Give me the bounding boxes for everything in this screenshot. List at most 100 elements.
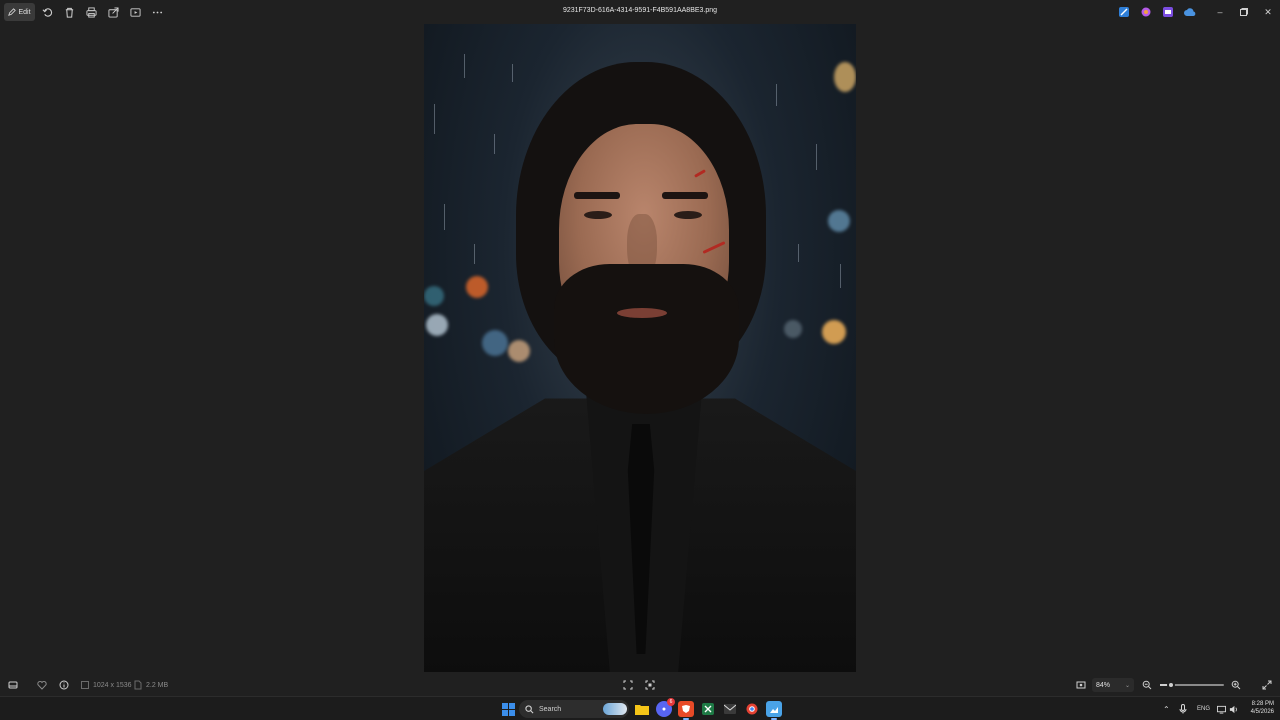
close-button[interactable]: ✕ bbox=[1261, 5, 1275, 19]
rain-streak bbox=[494, 134, 495, 154]
network-display-icon bbox=[1217, 705, 1226, 714]
show-hidden-icons-button[interactable]: ⌃ bbox=[1163, 697, 1170, 720]
taskbar-discord[interactable]: ● 6 bbox=[656, 698, 675, 717]
image-dimensions: 1024 x 1536 bbox=[80, 676, 132, 694]
bokeh-light bbox=[828, 210, 850, 232]
left-eye bbox=[584, 211, 612, 219]
photos-icon bbox=[770, 707, 778, 713]
microphone-icon bbox=[1179, 704, 1187, 714]
microphone-indicator[interactable] bbox=[1179, 697, 1187, 720]
bokeh-light bbox=[508, 340, 530, 362]
rain-streak bbox=[464, 54, 465, 78]
zoom-slider-thumb[interactable] bbox=[1166, 681, 1175, 689]
fit-window-icon bbox=[623, 680, 633, 690]
network-indicator[interactable] bbox=[1217, 697, 1226, 720]
bottom-status-bar: 1024 x 1536 2.2 MB 84% ⌄ bbox=[0, 676, 1280, 694]
actual-size-button[interactable] bbox=[645, 676, 655, 694]
minimize-icon: – bbox=[1217, 7, 1223, 17]
image-size-icon bbox=[81, 681, 89, 689]
zoom-out-button[interactable] bbox=[1142, 676, 1152, 694]
bokeh-light bbox=[834, 62, 856, 92]
zoom-in-icon bbox=[1231, 680, 1241, 690]
lion-shield-icon bbox=[682, 705, 690, 713]
chevron-down-icon: ⌄ bbox=[1124, 682, 1130, 689]
right-eyebrow bbox=[662, 192, 708, 199]
rain-streak bbox=[816, 144, 817, 170]
beard bbox=[554, 264, 739, 414]
rain-streak bbox=[444, 204, 445, 230]
fit-to-window-button[interactable] bbox=[623, 676, 633, 694]
close-icon: ✕ bbox=[1264, 6, 1272, 17]
taskbar-brave-browser[interactable] bbox=[678, 701, 694, 717]
taskbar-photos[interactable] bbox=[766, 701, 782, 717]
view-options-button[interactable] bbox=[1076, 676, 1086, 694]
bokeh-light bbox=[822, 320, 846, 344]
search-placeholder: Search bbox=[539, 705, 562, 713]
fullscreen-button[interactable] bbox=[1262, 676, 1272, 694]
search-highlight-icon bbox=[603, 703, 627, 715]
discord-icon: ● bbox=[661, 705, 667, 713]
chevron-up-icon: ⌃ bbox=[1163, 704, 1170, 714]
clock-date: 4/5/2026 bbox=[1250, 709, 1274, 715]
speaker-icon bbox=[1229, 705, 1237, 713]
filmstrip-button[interactable] bbox=[8, 676, 18, 694]
bokeh-light bbox=[466, 276, 488, 298]
favorite-button[interactable] bbox=[37, 676, 47, 694]
clock-time: 8:28 PM bbox=[1251, 701, 1274, 707]
input-language-button[interactable]: ENG bbox=[1197, 697, 1210, 720]
top-toolbar: Edit 9231F73D-616A-4314-9591-F4B591AA8BE… bbox=[0, 0, 1280, 24]
zoom-in-button[interactable] bbox=[1231, 676, 1241, 694]
start-button[interactable] bbox=[500, 701, 516, 717]
zoom-slider[interactable] bbox=[1160, 681, 1224, 689]
rain-streak bbox=[840, 264, 841, 288]
taskbar-file-explorer[interactable] bbox=[634, 701, 650, 717]
rain-streak bbox=[434, 104, 435, 134]
bokeh-light bbox=[482, 330, 508, 356]
volume-indicator[interactable] bbox=[1229, 697, 1238, 720]
copilot-icon[interactable] bbox=[1140, 6, 1152, 18]
file-name-title: 9231F73D-616A-4314-9591-F4B591AA8BE3.png bbox=[562, 7, 718, 14]
right-eye bbox=[674, 211, 702, 219]
windows-logo-icon bbox=[501, 702, 515, 716]
file-info-button[interactable] bbox=[59, 676, 69, 694]
file-size-icon bbox=[134, 680, 142, 690]
taskbar-search[interactable]: Search bbox=[519, 700, 629, 718]
bokeh-light bbox=[424, 286, 444, 306]
rain-streak bbox=[474, 244, 475, 264]
actual-size-icon bbox=[645, 680, 655, 690]
taskbar-clock[interactable]: 8:28 PM 4/5/2026 bbox=[1240, 700, 1274, 716]
filmstrip-icon bbox=[8, 681, 18, 689]
zoom-out-icon bbox=[1142, 680, 1152, 690]
language-text: ENG bbox=[1197, 706, 1211, 712]
file-size: 2.2 MB bbox=[133, 676, 168, 694]
onedrive-cloud-icon[interactable] bbox=[1184, 6, 1196, 18]
rain-streak bbox=[798, 244, 799, 262]
search-icon bbox=[525, 704, 534, 713]
bokeh-light bbox=[426, 314, 448, 336]
image-view-icon bbox=[1076, 681, 1086, 689]
notification-badge: 6 bbox=[667, 698, 675, 706]
file-size-text: 2.2 MB bbox=[146, 681, 169, 689]
left-eyebrow bbox=[574, 192, 620, 199]
heart-icon bbox=[37, 680, 47, 690]
taskbar-mail[interactable] bbox=[722, 701, 738, 717]
fullscreen-icon bbox=[1262, 680, 1272, 690]
mouth bbox=[617, 308, 667, 318]
zoom-level-text: 84% bbox=[1096, 681, 1111, 689]
minimize-button[interactable]: – bbox=[1213, 5, 1227, 19]
maximize-button[interactable] bbox=[1237, 5, 1251, 19]
windows-taskbar: Search ● 6 ⌃ ENG 8:28 PM 4/5/2026 bbox=[0, 696, 1280, 720]
dimensions-text: 1024 x 1536 bbox=[93, 681, 132, 689]
rain-streak bbox=[512, 64, 513, 82]
bokeh-light bbox=[784, 320, 802, 338]
clipchamp-icon[interactable] bbox=[1162, 6, 1174, 18]
info-icon bbox=[59, 680, 69, 690]
chrome-icon bbox=[746, 703, 758, 715]
taskbar-excel[interactable] bbox=[700, 701, 716, 717]
taskbar-chrome[interactable] bbox=[744, 701, 760, 717]
folder-icon bbox=[635, 705, 649, 715]
mail-icon bbox=[724, 704, 736, 714]
zoom-level-dropdown[interactable]: 84% ⌄ bbox=[1092, 678, 1134, 692]
photo-viewer-image[interactable] bbox=[424, 24, 856, 672]
photos-editor-icon[interactable] bbox=[1118, 6, 1130, 18]
